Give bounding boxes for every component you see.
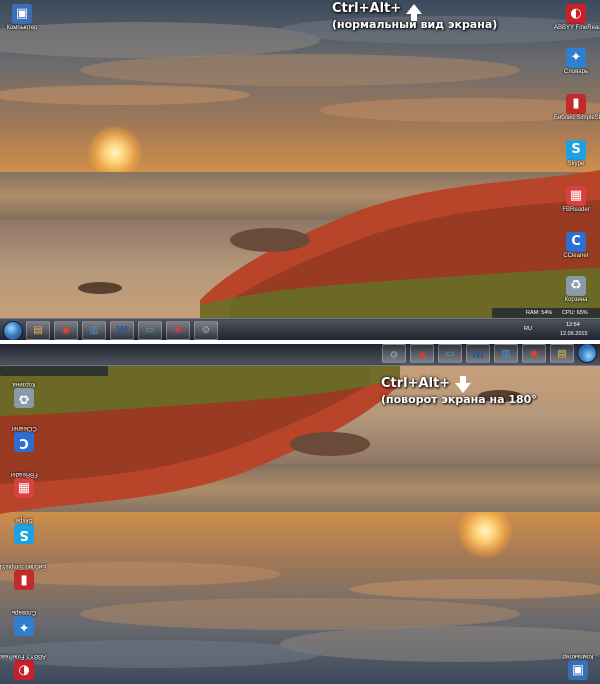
taskbar-explorer-icon[interactable]: ▥ <box>494 344 518 363</box>
desktop-shortcut[interactable]: ▣ Компьютер <box>556 652 600 680</box>
cpu-readout: CPU: 65% <box>562 310 588 316</box>
desktop-shortcut-label: Словарь <box>563 69 589 75</box>
caption-subtitle: (поворот экрана на 180° <box>381 393 537 406</box>
language-indicator[interactable]: RU <box>524 326 532 332</box>
desktop-shortcut[interactable]: C CCleaner <box>554 232 598 260</box>
taskbar-word-icon[interactable]: W <box>466 344 490 363</box>
taskbar-settings-icon[interactable]: ⚙ <box>382 344 406 363</box>
desktop-scene: RAM: 54% CPU: 65% RU 12:54 12.06.2015 ▤ ◉… <box>0 0 600 340</box>
desktop-shortcut[interactable]: ♻ Корзина <box>554 276 598 304</box>
dictionary-icon: ✦ <box>566 48 586 68</box>
recycle-bin-icon: ♻ <box>566 276 586 296</box>
desktop-shortcut[interactable]: ▦ FBReader <box>554 186 598 214</box>
desktop-rotated: ▤ ◉ ▥ W ▭ ✱ ⚙ ▣ Компьютер ◐ ABBYY FineRead ✦ Словар… <box>0 344 600 684</box>
desktop-shortcut[interactable]: ◐ ABBYY FineRead <box>0 652 46 680</box>
desktop-shortcut-label: Корзина <box>12 381 36 387</box>
caption-rotated: Ctrl+Alt+ (поворот экрана на 180° <box>381 375 537 406</box>
fbreader-icon: ▦ <box>566 186 586 206</box>
taskbar-explorer-icon[interactable]: ▥ <box>82 321 106 340</box>
caption-title: Ctrl+Alt+ <box>332 1 402 16</box>
book-icon: ▮ <box>14 570 34 590</box>
taskbar-settings-icon[interactable]: ⚙ <box>194 321 218 340</box>
desktop-shortcut-label: Компьютер <box>562 653 594 659</box>
desktop-shortcut-label: Компьютер <box>6 25 38 31</box>
taskbar: ▤ ◉ ▥ W ▭ ✱ ⚙ <box>0 344 600 366</box>
desktop-shortcut-label: ABBYY FineRead <box>554 25 600 31</box>
desktop-shortcut-label: Корзина <box>564 297 588 303</box>
skype-icon: S <box>566 140 586 160</box>
desktop-shortcut-label: Библио SimpleSD <box>0 563 46 569</box>
taskbar-monitor-icon[interactable]: ▭ <box>138 321 162 340</box>
desktop-shortcut[interactable]: C CCleaner <box>2 424 46 452</box>
desktop-shortcut[interactable]: ✦ Словарь <box>2 608 46 636</box>
desktop-shortcut[interactable]: ▮ Библио SimpleSD <box>554 94 600 122</box>
taskbar: RU 12:54 12.06.2015 ▤ ◉ ▥ W ▭ ✱ ⚙ <box>0 318 600 340</box>
desktop-shortcut-label: ABBYY FineRead <box>0 653 46 659</box>
desktop-shortcut-label: FBReader <box>562 207 590 213</box>
caption-normal: Ctrl+Alt+ (нормальный вид экрана) <box>332 1 497 31</box>
taskbar-word-icon[interactable]: W <box>110 321 134 340</box>
desktop-shortcut[interactable]: ▦ FBReader <box>2 470 46 498</box>
taskbar-folder-icon[interactable]: ▤ <box>26 321 50 340</box>
desktop-shortcut[interactable]: S Skype <box>2 516 46 544</box>
desktop-shortcut[interactable]: ◐ ABBYY FineRead <box>554 4 600 32</box>
abbyy-icon: ◐ <box>566 4 586 24</box>
desktop-shortcut-label: Skype <box>15 517 33 523</box>
taskbar-chrome-icon[interactable]: ◉ <box>54 321 78 340</box>
arrow-down-icon <box>454 375 471 393</box>
book-icon: ▮ <box>566 94 586 114</box>
start-button[interactable] <box>3 321 23 340</box>
desktop-shortcut-label: Skype <box>567 161 585 167</box>
desktop-shortcut[interactable]: ▣ Компьютер <box>0 4 44 32</box>
taskbar-chrome-icon[interactable]: ◉ <box>522 344 546 363</box>
desktop-shortcut-label: Словарь <box>11 609 37 615</box>
desktop-shortcut[interactable]: S Skype <box>554 140 598 168</box>
taskbar-apps-icon[interactable]: ✱ <box>166 321 190 340</box>
desktop-shortcut[interactable]: ▮ Библио SimpleSD <box>0 562 46 590</box>
fbreader-icon: ▦ <box>14 478 34 498</box>
rocky-hill <box>78 170 600 320</box>
caption-title: Ctrl+Alt+ <box>381 376 451 391</box>
taskbar-monitor-icon[interactable]: ▭ <box>438 344 462 363</box>
computer-icon: ▣ <box>12 4 32 24</box>
arrow-up-icon <box>405 3 422 21</box>
skype-icon: S <box>14 524 34 544</box>
system-monitor-gadget <box>0 366 108 376</box>
computer-icon: ▣ <box>568 660 588 680</box>
system-tray: RU 12:54 12.06.2015 <box>504 319 600 340</box>
abbyy-icon: ◐ <box>14 660 34 680</box>
taskbar-folder-icon[interactable]: ▤ <box>550 344 574 363</box>
ccleaner-icon: C <box>566 232 586 252</box>
desktop-shortcut[interactable]: ♻ Корзина <box>2 380 46 408</box>
desktop-shortcut[interactable]: ✦ Словарь <box>554 48 598 76</box>
desktop-shortcut-label: Библио SimpleSD <box>554 115 600 121</box>
clock-time[interactable]: 12:54 <box>566 322 580 328</box>
ram-readout: RAM: 54% <box>526 310 553 316</box>
dictionary-icon: ✦ <box>14 616 34 636</box>
desktop-shortcut-label: CCleaner <box>11 425 37 431</box>
start-button[interactable] <box>577 344 597 363</box>
recycle-bin-icon: ♻ <box>14 388 34 408</box>
desktop-shortcut-label: CCleaner <box>563 253 589 259</box>
desktop-shortcut-label: FBReader <box>10 471 38 477</box>
ccleaner-icon: C <box>14 432 34 452</box>
taskbar-apps-icon[interactable]: ✱ <box>410 344 434 363</box>
clock-date[interactable]: 12.06.2015 <box>560 331 588 337</box>
system-monitor-gadget: RAM: 54% CPU: 65% <box>492 308 600 318</box>
desktop-normal: RAM: 54% CPU: 65% RU 12:54 12.06.2015 ▤ ◉… <box>0 0 600 340</box>
